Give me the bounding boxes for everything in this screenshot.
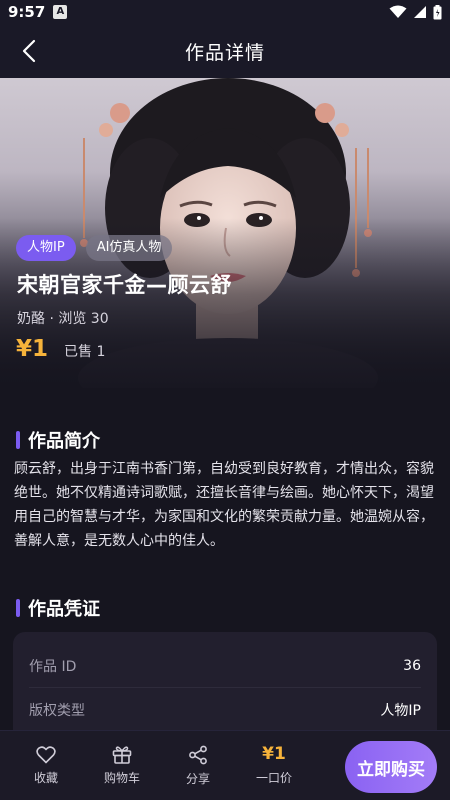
status-icons [389, 4, 442, 20]
favorite-button[interactable]: 收藏 [8, 731, 84, 800]
work-meta: 奶酪 · 浏览 30 [17, 311, 109, 327]
buy-now-button[interactable]: 立即购买 [345, 741, 437, 793]
bottom-price: ¥1 [262, 744, 286, 764]
work-price: ¥1 [16, 336, 49, 362]
cert-value: 36 [403, 657, 421, 674]
page-title: 作品详情 [184, 41, 265, 64]
wifi-icon [389, 5, 407, 18]
signal-icon [414, 6, 426, 18]
status-time: 9:57 [8, 3, 46, 21]
cert-label: 作品 ID [29, 658, 77, 675]
cart-button[interactable]: 购物车 [84, 731, 160, 800]
buy-now-label: 立即购买 [357, 759, 425, 780]
intro-text: 顾云舒，出身于江南书香门第，自幼受到良好教育，才情出众，容貌绝世。她不仅精通诗词… [14, 461, 434, 549]
intro-heading: 作品简介 [16, 427, 100, 453]
intro-title: 作品简介 [28, 431, 100, 452]
work-title: 宋朝官家千金—顾云舒 [17, 273, 232, 297]
section-accent-bar [16, 431, 20, 449]
cert-row-id: 作品 ID 36 [29, 644, 421, 688]
certificate-title: 作品凭证 [28, 599, 100, 620]
tag-ip: 人物IP [16, 235, 76, 261]
back-arrow-icon [22, 39, 36, 63]
bottom-action-bar: 收藏 购物车 分享 ¥1 一口价 立即购买 [0, 730, 450, 800]
cart-label: 购物车 [103, 771, 140, 785]
price-row: ¥1 已售 1 [16, 336, 105, 362]
status-left: 9:57 A [8, 3, 68, 21]
heart-icon [36, 745, 56, 763]
status-bar: 9:57 A [0, 0, 450, 24]
share-label: 分享 [185, 771, 210, 786]
favorite-label: 收藏 [33, 770, 58, 785]
cert-row-copyright: 版权类型 人物IP [29, 688, 421, 732]
section-accent-bar [16, 599, 20, 617]
fixed-price: ¥1 一口价 [236, 731, 312, 800]
back-button[interactable] [12, 34, 46, 68]
tag-ai: AI仿真人物 [85, 235, 173, 261]
fixed-price-label: 一口价 [255, 771, 292, 785]
notification-icon: A [53, 5, 68, 19]
battery-icon [433, 4, 442, 19]
gift-icon [112, 746, 132, 764]
cert-value: 人物IP [380, 702, 421, 719]
sold-count: 已售 1 [64, 344, 106, 360]
certificate-heading: 作品凭证 [16, 595, 100, 621]
nav-bar: 作品详情 [0, 24, 450, 78]
share-icon [189, 745, 207, 764]
share-button[interactable]: 分享 [160, 731, 236, 800]
tag-list: 人物IP AI仿真人物 [16, 235, 173, 261]
cert-label: 版权类型 [29, 702, 85, 719]
hero-image: 人物IP AI仿真人物 宋朝官家千金—顾云舒 奶酪 · 浏览 30 ¥1 已售 … [0, 78, 450, 388]
